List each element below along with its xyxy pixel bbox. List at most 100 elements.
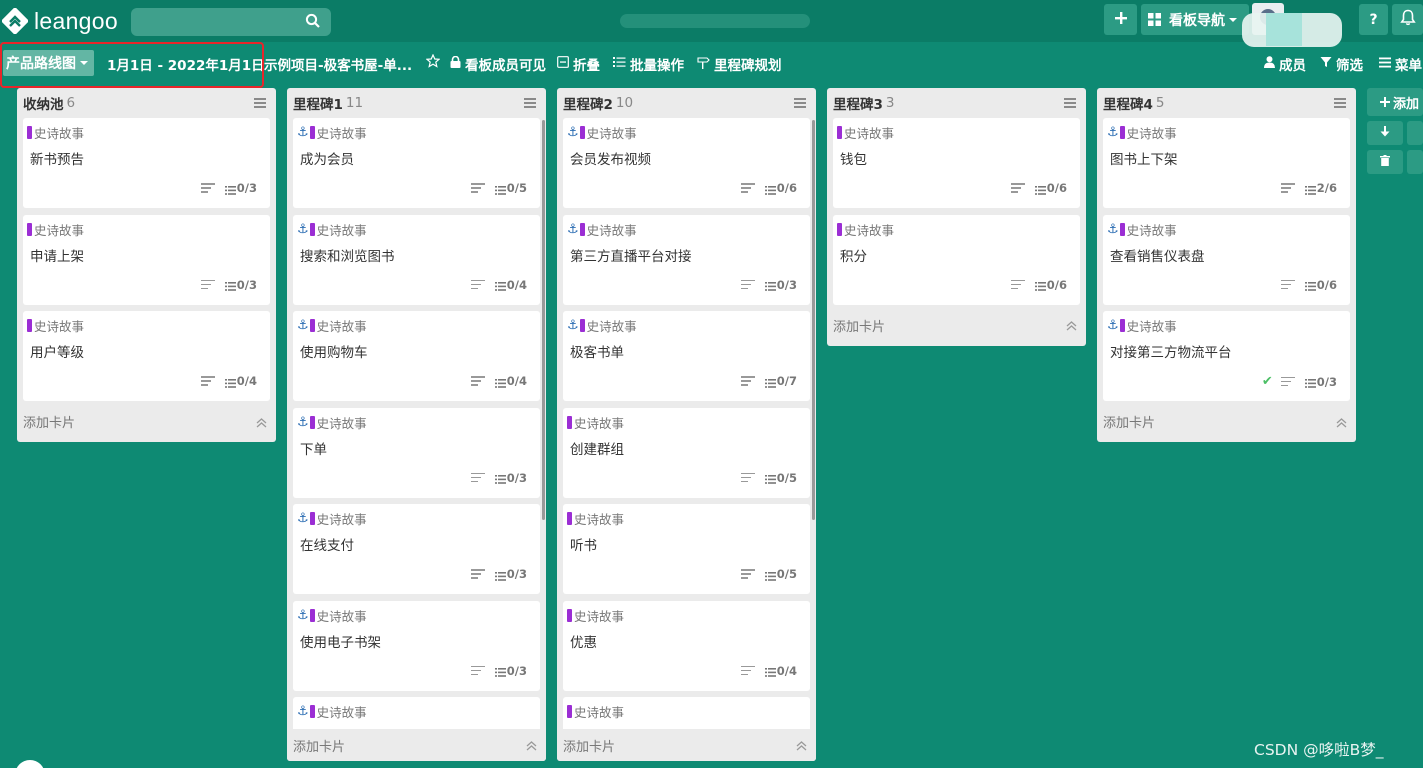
column-header[interactable]: 里程碑4 5 — [1097, 88, 1356, 118]
card-footer: 0/6 — [1010, 181, 1067, 195]
add-card-label: 添加卡片 — [293, 739, 346, 755]
add-card-button[interactable]: 添加卡片 — [557, 729, 816, 761]
card[interactable]: ⚓ 史诗故事 使用购物车 0/4 — [293, 311, 540, 401]
milestone-plan-button[interactable]: 里程碑规划 — [697, 54, 782, 74]
user-area[interactable] — [1242, 3, 1357, 47]
card[interactable]: 史诗故事 创建群组 0/5 — [563, 407, 810, 498]
batch-button[interactable]: 批量操作 — [613, 54, 684, 74]
add-button[interactable] — [1104, 4, 1137, 35]
chevron-up-icon[interactable] — [1066, 320, 1077, 331]
delete-button[interactable] — [1367, 150, 1403, 174]
card-list: ⚓ 史诗故事 成为会员 0/5 ⚓ 史诗故事 搜索和浏览图书 0/4 ⚓ 史诗故事 使用购物车 0/4… — [287, 118, 546, 761]
chevron-up-icon[interactable] — [256, 417, 267, 427]
filter-label: 筛选 — [1336, 58, 1363, 74]
card[interactable]: 史诗故事 优惠 0/4 — [563, 600, 810, 691]
menu-button[interactable]: 菜单 — [1379, 54, 1422, 74]
card[interactable]: ⚓ 史诗故事 查看销售仪表盘 0/6 — [1103, 214, 1350, 305]
checklist-icon — [1304, 377, 1316, 388]
column-scrollbar[interactable] — [542, 120, 545, 520]
card[interactable]: 史诗故事 积分 0/6 — [833, 214, 1080, 305]
column-header[interactable]: 里程碑1 11 — [287, 88, 546, 118]
project-name: 示例项目-极客书屋-单... — [264, 58, 413, 74]
column-header[interactable]: 里程碑2 10 — [557, 88, 816, 118]
card-tag-text: 史诗故事 — [844, 126, 895, 141]
add-card-button[interactable]: 添加卡片 — [287, 729, 546, 761]
card[interactable]: 史诗故事 用户等级 0/4 — [23, 311, 270, 401]
column-count: 5 — [1155, 95, 1165, 111]
notifications-button[interactable] — [1392, 4, 1423, 35]
card[interactable]: 史诗故事 钱包 0/6 — [833, 118, 1080, 208]
side-button-b[interactable] — [1407, 150, 1423, 174]
column-scrollbar[interactable] — [812, 120, 815, 520]
checklist-icon — [494, 184, 506, 195]
checklist-progress: 0/4 — [236, 374, 257, 388]
side-button-a[interactable] — [1407, 121, 1423, 145]
project-name-link[interactable]: 示例项目-极客书屋-单... — [264, 54, 412, 74]
card[interactable]: ⚓ 史诗故事 在线支付 0/3 — [293, 504, 540, 594]
anchor-icon: ⚓ — [567, 318, 579, 333]
card-title: 新书预告 — [30, 152, 84, 168]
card-title: 积分 — [840, 248, 867, 265]
top-navbar: leangoo 看板导航 ? — [0, 0, 1423, 47]
card[interactable]: ⚓ 史诗故事 搜索和浏览图书 0/4 — [293, 214, 540, 305]
card[interactable]: 史诗故事 申请上架 0/3 — [23, 214, 270, 305]
star-button[interactable] — [425, 53, 441, 72]
add-column-button[interactable]: 添加 — [1367, 88, 1423, 116]
checklist-icon — [764, 280, 776, 291]
description-icon — [1010, 279, 1025, 290]
card-tag: 史诗故事 — [837, 123, 894, 142]
checklist-progress: 0/6 — [776, 181, 797, 195]
checklist-icon — [494, 377, 506, 388]
card-title: 极客书单 — [570, 345, 624, 361]
checklist-icon — [1304, 184, 1316, 195]
add-card-button[interactable]: 添加卡片 — [1097, 406, 1356, 438]
card[interactable]: ⚓ 史诗故事 第三方直播平台对接 0/3 — [563, 214, 810, 305]
card-tag-text: 史诗故事 — [1126, 126, 1177, 141]
card[interactable]: ⚓ 史诗故事 下单 0/3 — [293, 407, 540, 498]
checklist-icon — [494, 570, 506, 581]
epic-label-color — [579, 222, 585, 236]
column-header[interactable]: 里程碑3 3 — [827, 88, 1086, 118]
card[interactable]: ⚓ 史诗故事 使用电子书架 0/3 — [293, 600, 540, 691]
add-card-button[interactable]: 添加卡片 — [17, 406, 276, 438]
card[interactable]: ⚓ 史诗故事 成为会员 0/5 — [293, 118, 540, 208]
move-down-button[interactable] — [1367, 121, 1403, 145]
search-input[interactable] — [131, 8, 331, 36]
members-button[interactable]: 成员 — [1264, 54, 1306, 74]
collapse-button[interactable]: 折叠 — [557, 54, 600, 74]
card[interactable]: ⚓ 史诗故事 对接第三方物流平台 ✔ 0/3 — [1103, 311, 1350, 401]
chevron-up-icon[interactable] — [526, 740, 537, 751]
description-icon — [470, 665, 485, 676]
chevron-up-icon[interactable] — [796, 740, 807, 751]
column-menu-icon[interactable] — [794, 98, 806, 108]
visibility-button[interactable]: 看板成员可见 — [450, 54, 546, 74]
leangoo-logo[interactable]: leangoo — [1, 6, 118, 36]
filter-button[interactable]: 筛选 — [1320, 54, 1363, 74]
column-menu-icon[interactable] — [1064, 98, 1076, 108]
chevron-up-icon[interactable] — [1336, 417, 1347, 427]
date-range[interactable]: 1月1日 - 2022年1月1日 — [107, 54, 265, 74]
epic-label-color — [1119, 222, 1125, 236]
card-title: 听书 — [570, 538, 597, 554]
card-footer: 0/4 — [470, 374, 527, 388]
view-select[interactable]: 产品路线图 — [3, 50, 94, 76]
card[interactable]: ⚓ 史诗故事 图书上下架 2/6 — [1103, 118, 1350, 208]
card[interactable]: ⚓ 史诗故事 极客书单 0/7 — [563, 311, 810, 401]
add-card-button[interactable]: 添加卡片 — [827, 309, 1086, 341]
card-tag: ⚓ 史诗故事 — [1107, 123, 1177, 142]
board-nav-button[interactable]: 看板导航 — [1141, 4, 1249, 35]
column-menu-icon[interactable] — [1334, 98, 1346, 108]
card[interactable]: ⚓ 史诗故事 会员发布视频 0/6 — [563, 118, 810, 208]
column-menu-icon[interactable] — [254, 98, 266, 108]
column-header[interactable]: 收纳池 6 — [17, 88, 276, 118]
user-icon — [1264, 56, 1275, 72]
search-icon[interactable] — [305, 13, 323, 31]
floating-circle-button[interactable] — [15, 760, 45, 768]
card-tag: 史诗故事 — [567, 413, 624, 432]
add-card-label: 添加卡片 — [833, 319, 886, 335]
help-button[interactable]: ? — [1359, 4, 1388, 35]
column-menu-icon[interactable] — [524, 98, 536, 108]
card[interactable]: 史诗故事 听书 0/5 — [563, 504, 810, 594]
card[interactable]: 史诗故事 新书预告 0/3 — [23, 118, 270, 208]
add-card-label: 添加卡片 — [563, 739, 616, 755]
